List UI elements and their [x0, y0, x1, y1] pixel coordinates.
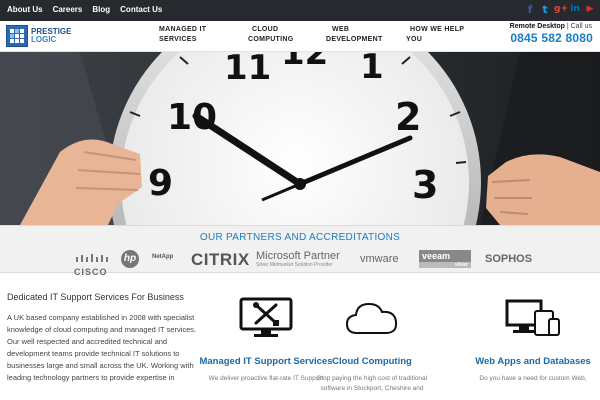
intro-title: Dedicated IT Support Services For Busine…	[7, 292, 184, 302]
microsoft-partner-logo: Microsoft Partner Silver Midmarket Solut…	[256, 250, 340, 268]
clock-number: 10	[167, 97, 217, 138]
citrix-logo: CITRIX	[191, 250, 250, 269]
nav-managed-it-services[interactable]: MANAGED IT SERVICES	[159, 25, 206, 45]
twitter-icon[interactable]: t	[539, 3, 551, 16]
phone-number[interactable]: 0845 582 8080	[510, 31, 593, 45]
remote-desktop-line: Remote Desktop | Call us	[510, 23, 592, 30]
nav-web-development[interactable]: WEB DEVELOPMENT	[326, 25, 383, 45]
blog-link[interactable]: Blog	[92, 5, 110, 14]
top-links: About Us Careers Blog Contact Us	[7, 5, 162, 14]
netapp-logo: NetApp	[152, 254, 174, 260]
service-text: Stop paying the high cost of traditional…	[316, 375, 428, 392]
hero-clock-image: 11 12 1 10 2 3 9	[0, 52, 600, 225]
nav-how-we-help-you[interactable]: HOW WE HELP YOU	[406, 25, 464, 45]
call-us-label: | Call us	[566, 23, 592, 30]
remote-desktop-link[interactable]: Remote Desktop	[510, 23, 565, 30]
clock-number: 12	[281, 52, 328, 73]
service-web-apps[interactable]: Web Apps and Databases Do you have a nee…	[463, 297, 600, 384]
logo[interactable]: PRESTIGE LOGIC	[6, 25, 71, 47]
about-us-link[interactable]: About Us	[7, 5, 43, 14]
logo-mark-icon	[6, 25, 28, 47]
clock-number: 9	[148, 163, 173, 204]
logo-line2: LOGIC	[31, 35, 57, 44]
contact-us-link[interactable]: Contact Us	[120, 5, 162, 14]
cisco-logo: CISCO	[74, 249, 110, 277]
site-header: PRESTIGE LOGIC MANAGED IT SERVICES CLOUD…	[0, 21, 600, 52]
service-cloud-computing[interactable]: Cloud Computing Stop paying the high cos…	[302, 297, 442, 394]
google-plus-icon[interactable]: g+	[554, 3, 568, 16]
veeam-logo: veeam silver	[419, 250, 471, 268]
devices-icon	[463, 297, 600, 339]
sophos-logo: SOPHOS	[485, 253, 533, 265]
nav-cloud-computing[interactable]: CLOUD COMPUTING	[248, 25, 293, 45]
hero-banner: 11 12 1 10 2 3 9	[0, 52, 600, 225]
youtube-icon[interactable]: ▶	[584, 3, 596, 16]
clock-number: 1	[360, 52, 384, 87]
vmware-logo: vmware	[360, 253, 399, 265]
social-links: f t g+ in ▶	[524, 3, 596, 16]
partners-title: OUR PARTNERS AND ACCREDITATIONS	[199, 232, 401, 243]
cisco-bars-icon	[76, 254, 108, 262]
linkedin-icon[interactable]: in	[569, 3, 581, 16]
clock-number: 11	[224, 52, 271, 88]
intro-text: A UK based company established in 2008 w…	[7, 313, 197, 382]
cloud-icon	[302, 297, 442, 339]
service-title[interactable]: Web Apps and Databases	[463, 356, 600, 368]
service-title[interactable]: Cloud Computing	[302, 356, 442, 368]
hp-logo: hp	[121, 250, 139, 268]
facebook-icon[interactable]: f	[524, 3, 536, 16]
clock-number: 2	[395, 95, 421, 139]
top-bar: About Us Careers Blog Contact Us f t g+ …	[0, 0, 600, 21]
service-text: Do you have a need for custom Web,	[479, 375, 587, 382]
clock-number: 3	[412, 163, 438, 207]
partners-section: OUR PARTNERS AND ACCREDITATIONS CISCO hp…	[0, 225, 600, 277]
careers-link[interactable]: Careers	[53, 5, 83, 14]
